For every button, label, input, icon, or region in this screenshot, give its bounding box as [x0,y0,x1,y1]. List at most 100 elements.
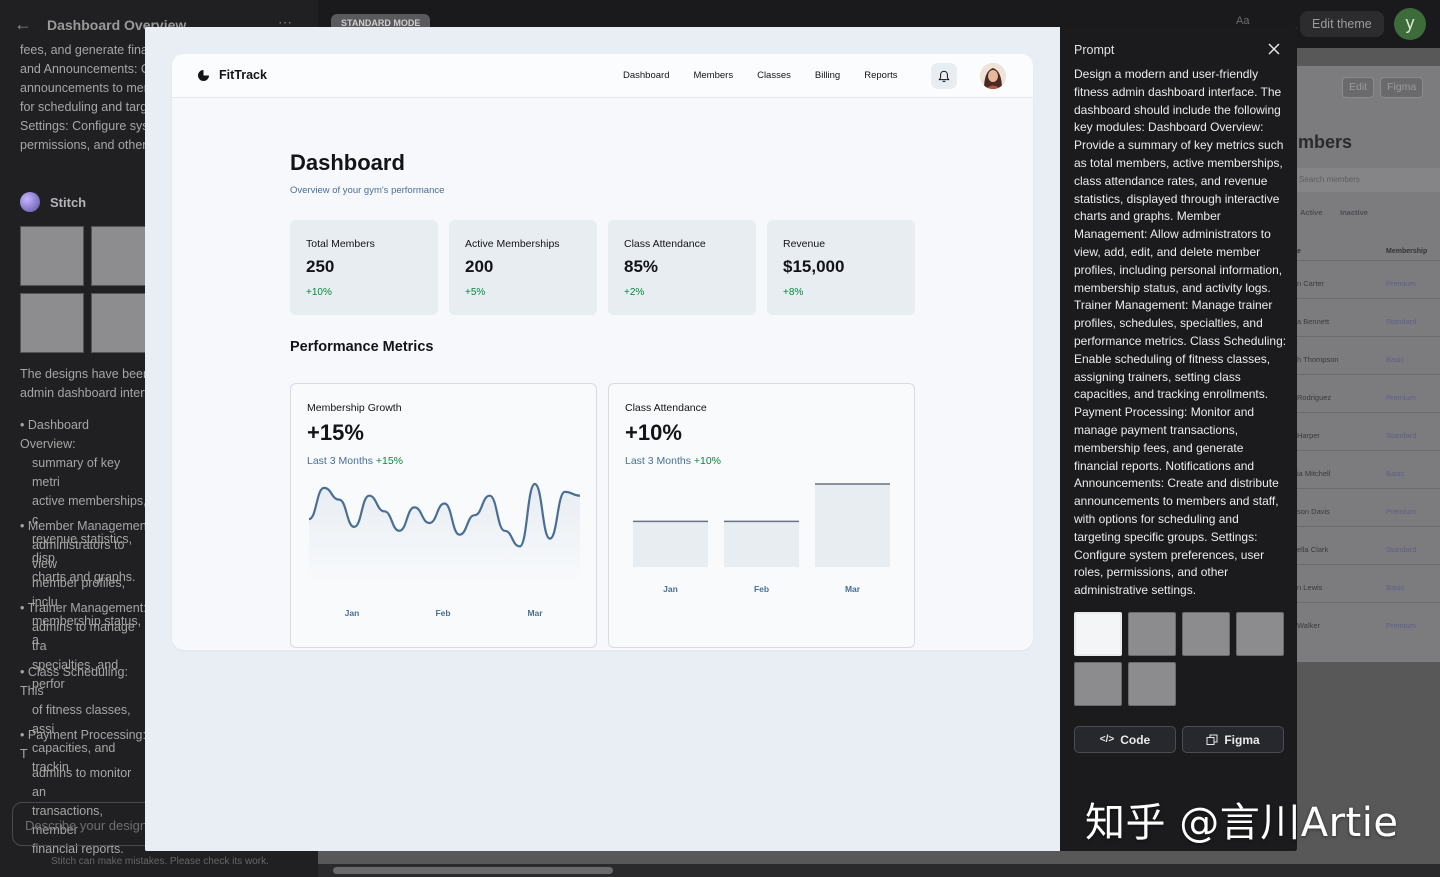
page-title: Dashboard [290,150,405,175]
code-button[interactable]: </> Code [1074,726,1176,753]
filter-active[interactable]: Active [1300,208,1323,217]
edit-button[interactable]: Edit [1342,77,1375,98]
filter-inactive[interactable]: Inactive [1340,208,1368,217]
chat-text-line: for scheduling and targe [20,100,150,114]
nav-members[interactable]: Members [693,70,733,81]
bell-icon [938,70,950,82]
chat-text-line: fees, and generate finan [20,43,150,57]
back-arrow-icon[interactable]: ← [14,14,32,35]
stat-label: Class Attendance [624,238,706,250]
members-search[interactable]: Search members [1297,168,1440,192]
member-membership: Standard [1386,545,1417,554]
bar [815,484,890,567]
nav-classes[interactable]: Classes [757,70,791,81]
stat-value: 250 [306,257,335,276]
member-name: n Lewis [1297,583,1323,592]
figma-export-button[interactable]: Figma [1182,726,1284,753]
nav-links: Dashboard Members Classes Billing Report… [623,70,898,81]
table-row-divider [1297,374,1440,375]
nav-dashboard[interactable]: Dashboard [623,70,669,81]
section-title: Performance Metrics [290,339,434,355]
prompt-panel: Prompt Design a modern and user-friendly… [1060,27,1297,851]
stat-card-class-attendance[interactable]: Class Attendance 85% +2% [608,220,756,315]
screen-thumbnail[interactable] [1236,612,1284,656]
class-attendance-bar-chart: Jan Feb Mar [633,483,890,594]
stat-card-revenue[interactable]: Revenue $15,000 +8% [767,220,915,315]
stat-label: Total Members [306,238,375,250]
members-title: mbers [1298,132,1353,152]
class-attendance-chart-card: Class Attendance +10% Last 3 Months +10%… [608,383,915,648]
page-subtitle: Overview of your gym's performance [290,185,445,196]
stat-label: Revenue [783,238,826,250]
edit-theme-button[interactable]: Edit theme [1300,11,1384,37]
brand[interactable]: FitTrack [198,68,267,82]
prompt-text: Design a modern and user-friendly fitnes… [1074,67,1287,598]
member-membership: Premium [1386,621,1417,630]
member-membership: Basic [1386,469,1405,478]
x-tick-label: Jan [663,584,678,594]
x-tick-label: Mar [845,584,861,594]
user-avatar[interactable] [980,63,1006,89]
x-tick-label: Jan [345,608,360,618]
design-thumbnail[interactable] [20,293,84,353]
stat-card-active-memberships[interactable]: Active Memberships 200 +5% [449,220,597,315]
top-nav: FitTrack Dashboard Members Classes Billi… [172,54,1033,98]
disclaimer-text: Stitch can make mistakes. Please check i… [51,856,269,867]
user-avatar-icon [980,63,1006,89]
preview-modal: FitTrack Dashboard Members Classes Billi… [145,27,1297,851]
nav-reports[interactable]: Reports [864,70,897,81]
membership-growth-line-chart: Jan Feb Mar [308,482,581,618]
x-tick-label: Feb [754,584,769,594]
screen-thumbnail[interactable] [1128,612,1176,656]
stat-change: +10% [306,287,332,298]
stat-change: +2% [624,287,645,298]
screen-thumbnail[interactable] [1074,662,1122,706]
design-thumbnail[interactable] [20,226,84,286]
background-members-screen [1297,66,1440,662]
account-avatar[interactable]: y [1394,8,1426,40]
member-name: ia Mitchell [1297,469,1331,478]
notifications-button[interactable] [931,63,957,89]
table-row-divider [1297,450,1440,451]
table-row-divider [1297,336,1440,337]
table-row-divider [1297,488,1440,489]
member-name: n Carter [1297,279,1325,288]
figma-button[interactable]: Figma [1380,77,1424,98]
screen-thumbnail[interactable] [1182,612,1230,656]
fittrack-dashboard: FitTrack Dashboard Members Classes Billi… [172,54,1033,650]
bar [724,521,799,567]
member-membership: Standard [1386,317,1417,326]
scrollbar-thumb[interactable] [333,867,613,874]
chat-summary-line: The designs have been c [20,367,150,381]
prompt-heading: Prompt [1074,43,1115,57]
stat-card-total-members[interactable]: Total Members 250 +10% [290,220,438,315]
font-settings-button[interactable]: Aa [1236,15,1249,27]
table-row-divider [1297,412,1440,413]
column-membership: Membership [1386,248,1428,255]
table-row-divider [1297,602,1440,603]
stat-label: Active Memberships [465,238,560,250]
preview-area: FitTrack Dashboard Members Classes Billi… [145,27,1060,851]
stat-value: $15,000 [783,257,845,276]
bar [633,521,708,567]
screen-thumbnail-selected[interactable] [1074,612,1122,656]
copy-icon [1206,734,1218,745]
screen-thumbnail[interactable] [1128,662,1176,706]
fittrack-logo-icon [198,69,209,81]
stat-value: 200 [465,257,494,276]
member-name: Walker [1297,621,1321,630]
column-name: e [1297,248,1301,255]
stat-value: 85% [624,257,659,276]
stitch-header: Stitch [20,192,86,212]
close-icon[interactable] [1266,41,1282,57]
member-name: h Thompson [1297,355,1339,364]
stat-change: +8% [783,287,804,298]
member-name: Harper [1297,431,1320,440]
table-row-divider [1297,298,1440,299]
watermark: 知乎 @言川Artie [1085,800,1399,846]
chat-summary-line: admin dashboard interf [20,386,148,400]
member-name: son Davis [1297,507,1330,516]
membership-growth-chart-card: Membership Growth +15% Last 3 Months +15… [290,383,597,648]
member-membership: Premium [1386,507,1417,516]
nav-billing[interactable]: Billing [815,70,840,81]
